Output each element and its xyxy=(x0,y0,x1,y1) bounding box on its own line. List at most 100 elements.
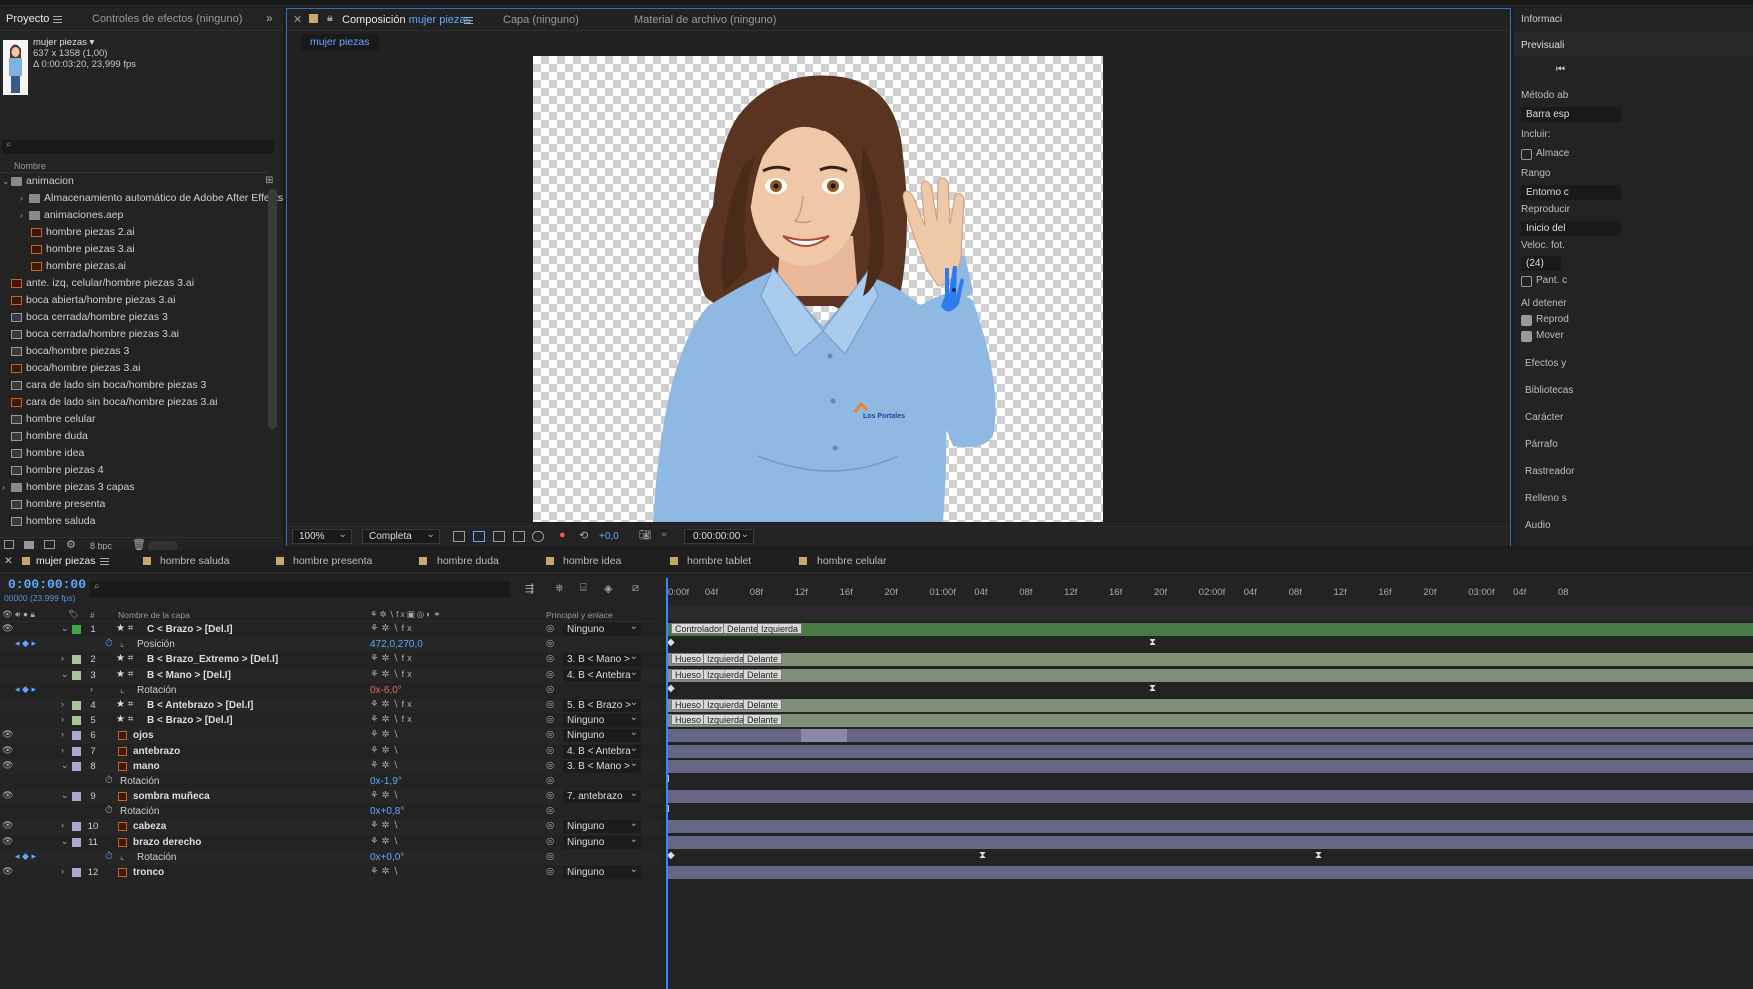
expression-icon[interactable]: ◎ xyxy=(546,851,554,862)
draft-3d-icon[interactable]: ⎈ xyxy=(555,582,564,595)
label-color-swatch[interactable] xyxy=(72,700,81,710)
reset-exposure-icon[interactable]: ⟲ xyxy=(579,529,588,542)
expression-icon[interactable]: ◎ xyxy=(546,638,554,649)
project-scrollbar[interactable] xyxy=(268,189,277,429)
label-color-swatch[interactable] xyxy=(72,731,81,741)
layer-duration-bar[interactable] xyxy=(666,653,1753,667)
new-comp-icon[interactable] xyxy=(44,540,55,549)
layer-row[interactable]: 👁︎ › 10 cabeza ⚘✲∖ ◎ Ninguno xyxy=(0,819,662,835)
pick-whip-icon[interactable]: ◎ xyxy=(546,699,554,710)
layer-row[interactable]: 👁︎ ⌄ 1 ★ ⌗ C < Brazo > [Del.I] ⚘✲∖fx ◎ Ninguno xyxy=(0,622,662,637)
layer-name[interactable]: B < Antebrazo > [Del.I] xyxy=(147,700,253,711)
exposure-value[interactable]: +0,0 xyxy=(599,531,619,542)
expand-panels-icon[interactable]: » xyxy=(266,11,273,25)
label-color-swatch[interactable] xyxy=(72,822,81,832)
parent-dropdown[interactable]: 3. B < Mano > xyxy=(563,653,641,667)
show-snapshot-icon[interactable]: ⚭ xyxy=(660,530,668,541)
project-list-item[interactable]: boca/hombre piezas 3.ai xyxy=(0,360,268,377)
reproduce-checkbox[interactable] xyxy=(1521,315,1532,326)
timeline-tab[interactable]: hombre idea xyxy=(563,555,621,567)
eye-icon[interactable]: 👁︎ xyxy=(2,623,13,634)
eye-icon[interactable]: 👁︎ xyxy=(2,760,13,771)
play-from-dropdown[interactable]: Inicio del xyxy=(1521,221,1621,236)
stopwatch-icon[interactable]: ⏱ xyxy=(105,851,113,862)
chevron-right-icon[interactable]: › xyxy=(61,714,64,724)
property-track[interactable]: I xyxy=(666,804,1753,819)
layer-switches[interactable]: ⚘✲∖fx xyxy=(370,669,415,680)
pick-whip-icon[interactable]: ◎ xyxy=(546,669,554,680)
parent-dropdown[interactable]: Ninguno xyxy=(563,820,641,834)
layer-name-column-header[interactable]: Nombre de la capa xyxy=(118,610,190,620)
panel-tab[interactable]: Bibliotecas xyxy=(1525,385,1573,396)
keyframe-marker[interactable]: ◆ xyxy=(667,637,675,648)
layer-duration-bar[interactable] xyxy=(666,698,1753,712)
new-folder-icon[interactable] xyxy=(24,541,34,549)
layer-track[interactable]: Controlador Delante Izquierda xyxy=(666,622,1753,637)
layer-row[interactable]: 👁︎ ⌄ 9 sombra muñeca ⚘✲∖ ◎ 7. antebrazo xyxy=(0,789,662,805)
eye-icon[interactable]: 👁︎ xyxy=(2,820,13,831)
layer-duration-bar[interactable] xyxy=(666,668,1753,682)
layer-duration-bar[interactable] xyxy=(666,714,1753,728)
layer-row[interactable]: ⌄ 3 ★ ⌗ B < Mano > [Del.I] ⚘✲∖fx ◎ 4. B < Ante… xyxy=(0,667,662,683)
layer-track[interactable] xyxy=(666,865,1753,880)
layer-name[interactable]: B < Brazo > [Del.I] xyxy=(147,715,233,726)
project-list-item[interactable]: › animaciones.aep xyxy=(0,207,268,224)
info-panel-tab[interactable]: Informaci xyxy=(1521,14,1562,25)
layer-marker[interactable]: Delante xyxy=(743,714,783,726)
snapshot-icon[interactable]: 📷︎ xyxy=(639,530,652,541)
chevron-right-icon[interactable]: › xyxy=(61,699,64,709)
parent-dropdown[interactable]: 4. B < Antebra xyxy=(563,744,641,758)
parent-dropdown[interactable]: 4. B < Antebra xyxy=(563,668,641,682)
project-list-item[interactable]: boca cerrada/hombre piezas 3.ai xyxy=(0,326,268,343)
resolution-dropdown[interactable]: Completa xyxy=(362,528,440,544)
label-color-swatch[interactable] xyxy=(72,746,81,756)
panel-tab[interactable]: Efectos y xyxy=(1525,358,1566,369)
pick-whip-icon[interactable]: ◎ xyxy=(546,623,554,634)
eye-icon[interactable]: 👁︎ xyxy=(2,836,13,847)
project-list-item[interactable]: boca cerrada/hombre piezas 3 xyxy=(0,309,268,326)
layer-marker[interactable]: Izquierda xyxy=(703,698,749,710)
chevron-right-icon[interactable]: › xyxy=(20,207,23,224)
tab-effect-controls[interactable]: Controles de efectos (ninguno) xyxy=(92,13,242,25)
panel-menu-icon[interactable] xyxy=(100,558,109,565)
fast-preview-icon[interactable] xyxy=(453,531,465,542)
tab-layer[interactable]: Capa (ninguno) xyxy=(503,14,579,26)
layer-switches[interactable]: ⚘✲∖ xyxy=(370,866,402,877)
chevron-down-icon[interactable]: ⌄ xyxy=(61,623,69,634)
eye-icon[interactable]: 👁︎ xyxy=(2,790,13,801)
mask-visibility-icon[interactable] xyxy=(493,531,505,542)
project-list-item[interactable]: › Almacenamiento automático de Adobe Afte… xyxy=(0,190,283,207)
project-list-item[interactable]: hombre piezas.ai xyxy=(0,258,268,275)
project-list-item[interactable]: ⌄ animacion xyxy=(0,173,268,190)
comp-navigator-tab[interactable]: mujer piezas xyxy=(301,34,379,51)
property-value[interactable]: 0x+0,8° xyxy=(370,806,404,817)
panel-tab[interactable]: Audio xyxy=(1525,520,1551,531)
timeline-tab[interactable]: hombre presenta xyxy=(293,555,372,567)
layer-duration-bar[interactable] xyxy=(666,790,1753,804)
interpret-footage-icon[interactable] xyxy=(4,540,14,549)
chevron-right-icon[interactable]: › xyxy=(61,866,64,876)
layer-switches[interactable]: ⚘✲∖ xyxy=(370,836,402,847)
parent-dropdown[interactable]: 5. B < Brazo > xyxy=(563,698,641,712)
layer-name[interactable]: brazo derecho xyxy=(133,837,201,848)
panel-tab[interactable]: Párrafo xyxy=(1525,439,1558,450)
playhead[interactable] xyxy=(666,578,668,989)
label-color-swatch[interactable] xyxy=(72,868,81,877)
layer-row[interactable]: 👁︎ › 7 antebrazo ⚘✲∖ ◎ 4. B < Antebra xyxy=(0,744,662,759)
chevron-right-icon[interactable]: › xyxy=(2,479,5,496)
label-color-swatch[interactable] xyxy=(72,761,81,771)
project-list-item[interactable]: hombre piezas 3.ai xyxy=(0,241,268,258)
property-track[interactable]: ◆ ⧗ ⧗ xyxy=(666,850,1753,865)
frame-blending-icon[interactable]: ◈ xyxy=(604,582,612,595)
zoom-dropdown[interactable]: 100% xyxy=(292,528,352,544)
layer-track[interactable] xyxy=(666,744,1753,759)
property-value[interactable]: 472,0,270,0 xyxy=(370,639,423,650)
project-list-item[interactable]: boca abierta/hombre piezas 3.ai xyxy=(0,292,268,309)
layer-track[interactable]: Hueso Izquierda Delante xyxy=(666,713,1753,728)
graph-icon[interactable]: ⌞ xyxy=(120,638,125,649)
column-header-name[interactable]: Nombre xyxy=(0,159,268,173)
chevron-right-icon[interactable]: › xyxy=(61,653,64,663)
project-list-item[interactable]: cara de lado sin boca/hombre piezas 3 xyxy=(0,377,268,394)
lock-icon[interactable] xyxy=(309,14,318,23)
project-list-item[interactable]: hombre piezas 4 xyxy=(0,462,268,479)
